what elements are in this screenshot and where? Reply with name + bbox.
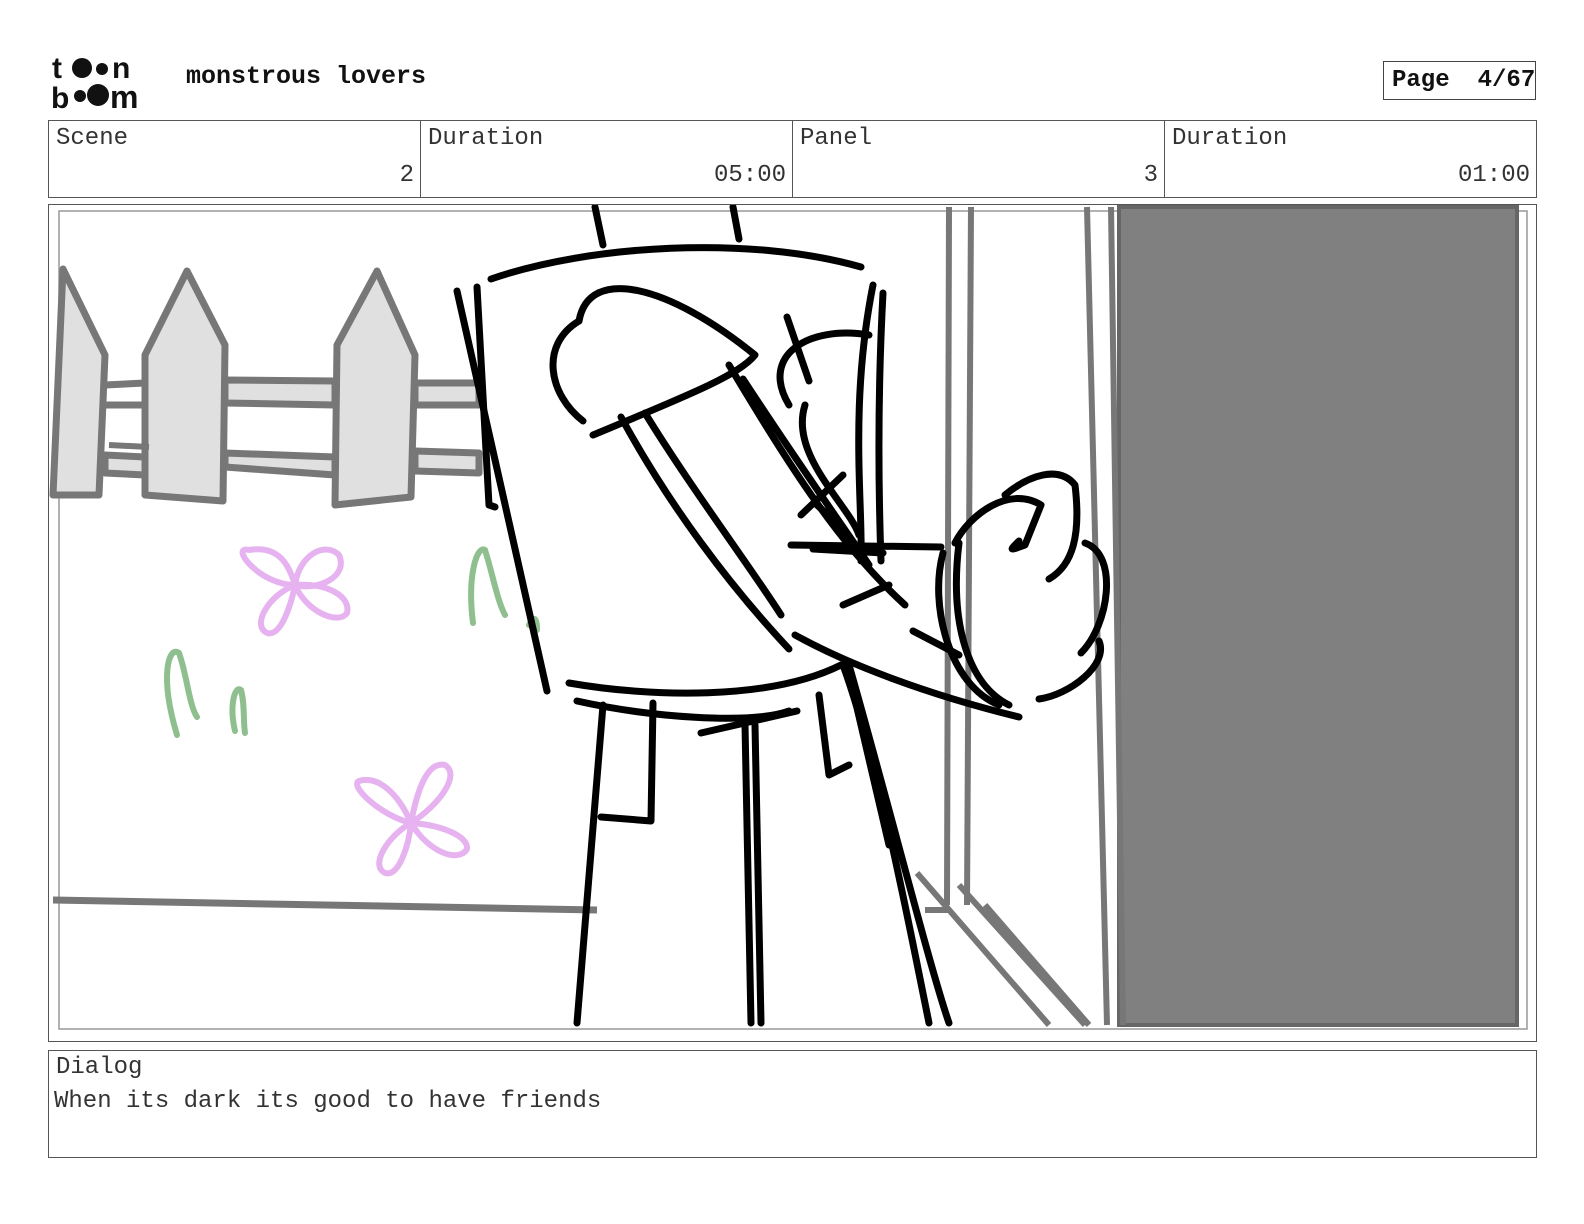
panel-duration-cell: Duration 01:00 <box>1165 121 1536 197</box>
panel-cell: Panel 3 <box>793 121 1165 197</box>
storyboard-sketch <box>49 205 1528 1030</box>
storyboard-panel <box>48 204 1537 1042</box>
panel-info-row: Scene 2 Duration 05:00 Panel 3 Duration … <box>48 120 1537 198</box>
page-indicator: Page 4/67 <box>1383 61 1536 100</box>
page-label: Page <box>1392 67 1450 94</box>
scene-label: Scene <box>56 125 129 152</box>
dark-wall <box>1119 207 1517 1025</box>
toon-boom-logo: t n b m <box>52 52 138 110</box>
dialog-text: When its dark its good to have friends <box>54 1088 602 1115</box>
panel-label: Panel <box>800 125 873 152</box>
svg-text:t: t <box>52 52 62 85</box>
panel-duration-label: Duration <box>1172 125 1288 152</box>
dialog-label: Dialog <box>56 1054 143 1081</box>
panel-value: 3 <box>1143 162 1158 189</box>
scene-duration-cell: Duration 05:00 <box>421 121 793 197</box>
svg-text:m: m <box>110 79 138 110</box>
scene-cell: Scene 2 <box>49 121 421 197</box>
svg-text:b: b <box>52 82 69 110</box>
dialog-box: Dialog When its dark its good to have fr… <box>48 1050 1537 1158</box>
scene-duration-value: 05:00 <box>713 162 786 189</box>
scene-duration-label: Duration <box>428 125 544 152</box>
scene-value: 2 <box>399 162 414 189</box>
project-title: monstrous lovers <box>186 62 427 91</box>
page-number: 4/67 <box>1477 67 1536 94</box>
panel-duration-value: 01:00 <box>1457 162 1530 189</box>
